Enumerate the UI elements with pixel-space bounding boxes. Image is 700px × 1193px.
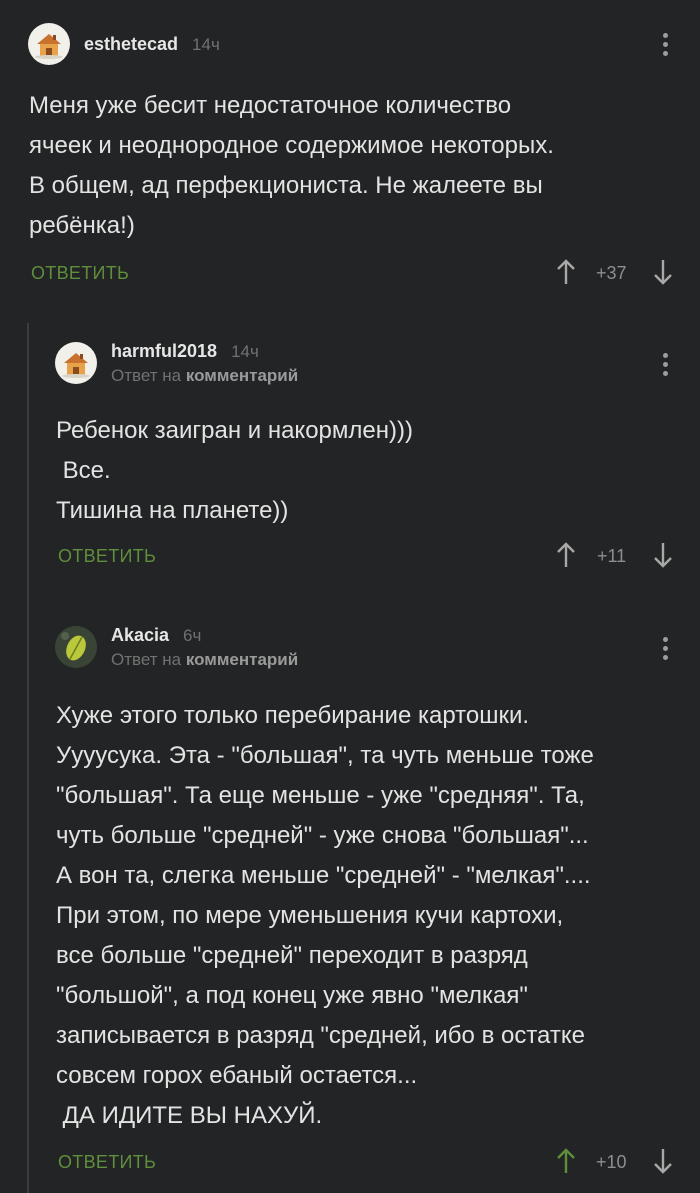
avatar[interactable] — [55, 626, 97, 668]
reply-to-prefix: Ответ на — [111, 649, 182, 669]
more-menu-icon[interactable] — [661, 637, 669, 660]
comment-text: Хуже этого только перебирание картошки. … — [56, 702, 594, 1129]
leaf-avatar-icon — [55, 626, 97, 668]
score: +10 — [596, 1152, 627, 1172]
reply-to-target[interactable]: комментарий — [186, 650, 298, 669]
upvote-arrow-icon[interactable] — [556, 1147, 576, 1175]
reply-to-link[interactable]: Ответ на комментарий — [111, 650, 298, 670]
timestamp: 6ч — [183, 625, 202, 645]
username[interactable]: Akacia — [111, 625, 169, 646]
reply-button[interactable]: ОТВЕТИТЬ — [58, 1152, 156, 1173]
comment: Akacia 6ч Ответ на комментарий Хуже этог… — [0, 0, 700, 1193]
downvote-arrow-icon[interactable] — [653, 1147, 673, 1175]
